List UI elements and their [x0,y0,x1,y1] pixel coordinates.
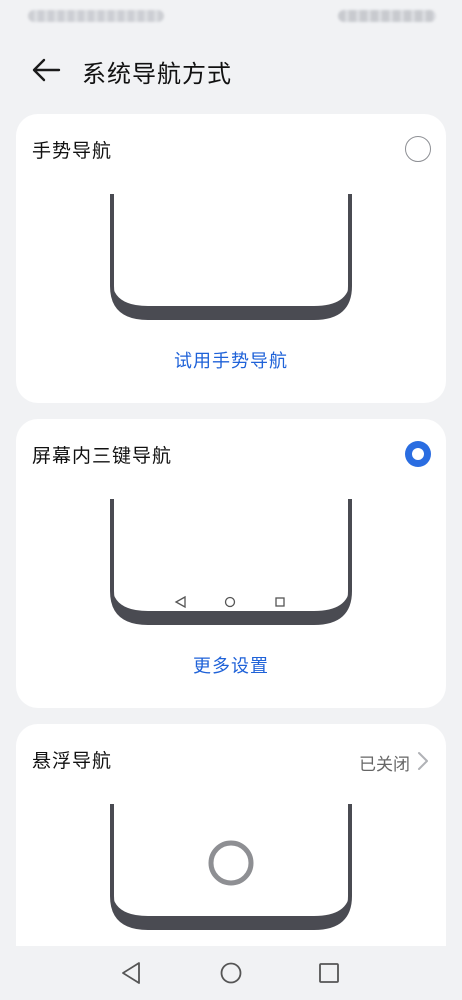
more-settings-link[interactable]: 更多设置 [16,652,446,678]
radio-checked-icon[interactable] [405,441,431,467]
radio-unchecked-icon[interactable] [405,136,431,162]
page-title: 系统导航方式 [82,60,232,88]
square-recent-icon [275,597,285,607]
square-recent-icon[interactable] [316,960,342,986]
back-button[interactable] [26,52,66,88]
phone-illustration-floating [110,804,352,930]
floating-dock-icon [208,840,254,886]
status-bar-right-info [338,10,436,22]
circle-home-icon [224,596,236,608]
header: 系统导航方式 [0,44,462,96]
card-title: 屏幕内三键导航 [32,445,173,467]
system-navigation-bar [0,946,462,1000]
status-badge: 已关闭 [359,755,410,775]
phone-illustration-three-key [110,499,352,625]
status-bar [0,0,462,34]
try-gesture-navigation-link[interactable]: 试用手势导航 [16,347,446,373]
chevron-right-icon [418,752,428,770]
circle-home-icon[interactable] [218,960,244,986]
phone-illustration [110,194,352,320]
card-title: 悬浮导航 [32,750,113,772]
card-gesture-navigation[interactable]: 手势导航 试用手势导航 [16,114,446,403]
card-title: 手势导航 [32,140,113,162]
card-floating-navigation[interactable]: 悬浮导航 已关闭 [16,724,446,984]
card-three-key-navigation[interactable]: 屏幕内三键导航 更多设置 [16,419,446,708]
triangle-back-icon [174,595,186,609]
triangle-back-icon[interactable] [118,960,144,986]
arrow-left-icon [32,58,61,82]
status-bar-left-info [28,10,164,22]
